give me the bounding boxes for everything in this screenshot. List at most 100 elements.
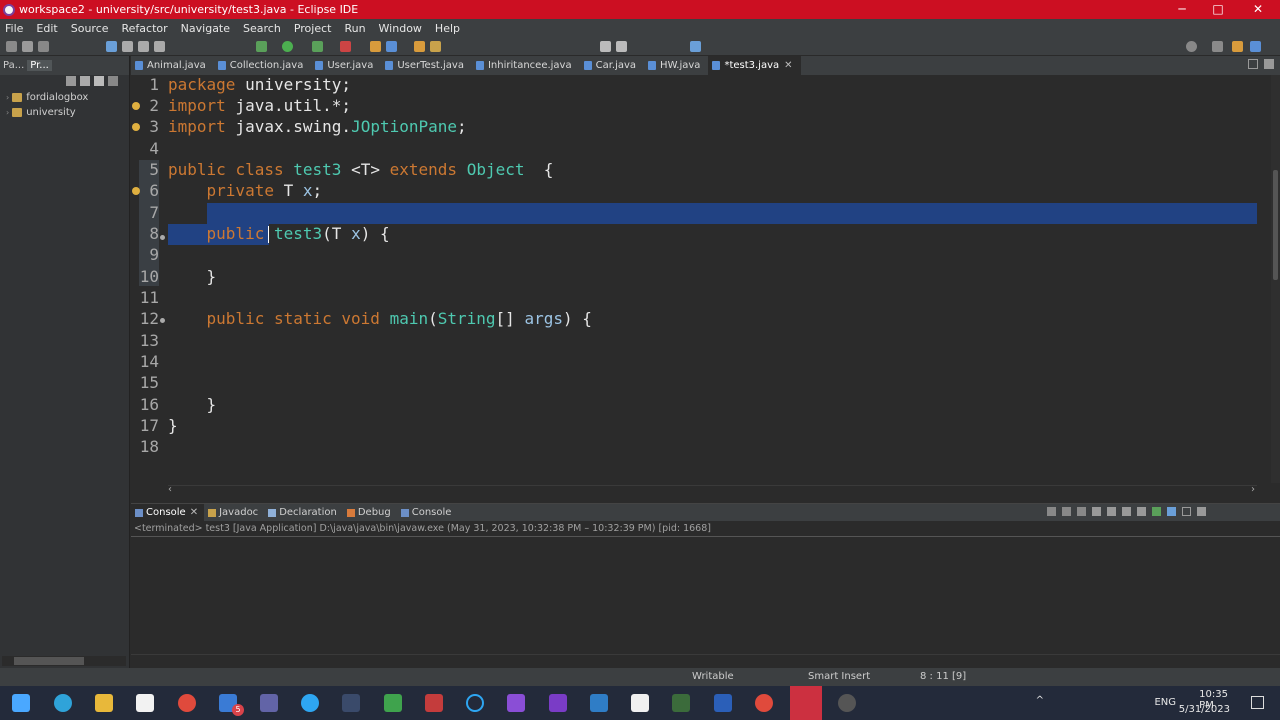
perspective-icon[interactable]	[690, 41, 701, 52]
debug-icon[interactable]	[106, 41, 117, 52]
new-icon[interactable]	[6, 41, 17, 52]
maximize-button[interactable]: □	[1200, 0, 1236, 19]
coverage-icon[interactable]	[312, 41, 323, 52]
terminate-icon[interactable]	[154, 41, 165, 52]
search-icon[interactable]	[1186, 41, 1197, 52]
minimize-panel-icon[interactable]	[1182, 507, 1191, 516]
editor-vscrollbar[interactable]	[1271, 75, 1280, 483]
debug-perspective-icon[interactable]	[1250, 41, 1261, 52]
remove-launch-icon[interactable]	[1062, 507, 1071, 516]
minimize-editor-icon[interactable]	[1248, 59, 1258, 69]
pin-console-icon[interactable]	[1137, 507, 1146, 516]
resume-icon[interactable]	[122, 41, 133, 52]
capcut-icon[interactable]	[631, 694, 649, 712]
tab-debug[interactable]: Debug	[343, 504, 397, 521]
tab-user-java[interactable]: User.java	[311, 56, 381, 75]
word-wrap-icon[interactable]	[1122, 507, 1131, 516]
view-menu-icon[interactable]	[108, 76, 118, 86]
maximize-editor-icon[interactable]	[1264, 59, 1274, 69]
tab-console-2[interactable]: Console	[397, 504, 458, 521]
visual-studio-icon[interactable]	[507, 694, 525, 712]
run-icon[interactable]	[282, 41, 293, 52]
menu-source[interactable]: Source	[66, 22, 117, 35]
external-tools-icon[interactable]	[340, 41, 351, 52]
new-java-project-icon[interactable]	[370, 41, 381, 52]
collapse-all-icon[interactable]	[66, 76, 76, 86]
new-package-icon[interactable]	[386, 41, 397, 52]
tab-usertest-java[interactable]: UserTest.java	[381, 56, 472, 75]
eclipse-taskbar-icon[interactable]	[790, 686, 822, 720]
minimize-button[interactable]: ─	[1164, 0, 1200, 19]
tab-car-java[interactable]: Car.java	[580, 56, 644, 75]
close-tab-icon[interactable]: ✕	[784, 60, 792, 71]
word-icon[interactable]	[714, 694, 732, 712]
filter-icon[interactable]	[94, 76, 104, 86]
infinity-app-icon[interactable]	[342, 694, 360, 712]
teams-icon[interactable]	[260, 694, 278, 712]
run-debug-icon[interactable]	[256, 41, 267, 52]
scroll-right-icon[interactable]: ›	[1251, 484, 1255, 495]
display-console-icon[interactable]	[1152, 507, 1161, 516]
menu-help[interactable]: Help	[430, 22, 468, 35]
chrome-icon[interactable]	[178, 694, 196, 712]
windows-start-icon[interactable]	[12, 694, 30, 712]
close-tab-icon[interactable]: ✕	[190, 507, 198, 518]
open-perspective-icon[interactable]	[1212, 41, 1223, 52]
tab-javadoc[interactable]: Javadoc	[204, 504, 264, 521]
menu-search[interactable]: Search	[238, 22, 289, 35]
app-icon[interactable]	[590, 694, 608, 712]
obs-icon[interactable]	[838, 694, 856, 712]
link-editor-icon[interactable]	[80, 76, 90, 86]
menu-file[interactable]: File	[0, 22, 31, 35]
visual-studio-2-icon[interactable]	[549, 694, 567, 712]
left-hscroll-thumb[interactable]	[14, 657, 84, 665]
tree-item-fordialogbox[interactable]: › fordialogbox	[6, 92, 88, 103]
tab-project-explorer[interactable]: Pr...	[27, 60, 52, 71]
tab-hw-java[interactable]: HW.java	[644, 56, 708, 75]
notifications-icon[interactable]	[1251, 696, 1264, 709]
menu-window[interactable]: Window	[374, 22, 430, 35]
back-icon[interactable]	[600, 41, 611, 52]
console-hscrollbar[interactable]	[131, 654, 1280, 666]
save-icon[interactable]	[22, 41, 33, 52]
clear-console-icon[interactable]	[1092, 507, 1101, 516]
cortana-icon[interactable]	[301, 694, 319, 712]
left-hscrollbar[interactable]	[2, 656, 126, 666]
tab-test3-java[interactable]: *test3.java ✕	[708, 56, 801, 75]
terminate-console-icon[interactable]	[1047, 507, 1056, 516]
suspend-icon[interactable]	[138, 41, 149, 52]
store-icon[interactable]	[136, 694, 154, 712]
tab-inhiritancee-java[interactable]: Inhiritancee.java	[472, 56, 580, 75]
arduino-icon[interactable]	[672, 694, 690, 712]
clock-date[interactable]: 5/31/2023	[1179, 704, 1230, 715]
tab-declaration[interactable]: Declaration	[264, 504, 343, 521]
menu-edit[interactable]: Edit	[31, 22, 65, 35]
photos-icon[interactable]	[384, 694, 402, 712]
open-type-icon[interactable]	[414, 41, 425, 52]
remove-all-icon[interactable]	[1077, 507, 1086, 516]
open-console-icon[interactable]	[1167, 507, 1176, 516]
menu-run[interactable]: Run	[339, 22, 373, 35]
circle-app-icon[interactable]	[466, 694, 484, 712]
editor-hscrollbar[interactable]: ‹ ›	[168, 484, 1257, 497]
menu-refactor[interactable]: Refactor	[117, 22, 176, 35]
menu-navigate[interactable]: Navigate	[176, 22, 238, 35]
maximize-panel-icon[interactable]	[1197, 507, 1206, 516]
java-perspective-icon[interactable]	[1232, 41, 1243, 52]
forward-icon[interactable]	[616, 41, 627, 52]
language-indicator[interactable]: ENG	[1154, 697, 1176, 708]
editor-vscroll-thumb[interactable]	[1273, 170, 1278, 280]
chevron-up-icon[interactable]: ^	[1036, 695, 1044, 706]
search-tool-icon[interactable]	[430, 41, 441, 52]
code-editor[interactable]: 1 package university; 2 import java.util.*…	[131, 75, 1271, 483]
tab-animal-java[interactable]: Animal.java	[131, 56, 214, 75]
save-all-icon[interactable]	[38, 41, 49, 52]
file-explorer-icon[interactable]	[95, 694, 113, 712]
chrome-2-icon[interactable]	[755, 694, 773, 712]
scroll-lock-icon[interactable]	[1107, 507, 1116, 516]
expand-icon[interactable]: ›	[6, 93, 9, 102]
expand-icon[interactable]: ›	[6, 108, 9, 117]
tab-collection-java[interactable]: Collection.java	[214, 56, 312, 75]
tab-package-explorer[interactable]: Pa...	[0, 60, 27, 71]
menu-project[interactable]: Project	[289, 22, 340, 35]
